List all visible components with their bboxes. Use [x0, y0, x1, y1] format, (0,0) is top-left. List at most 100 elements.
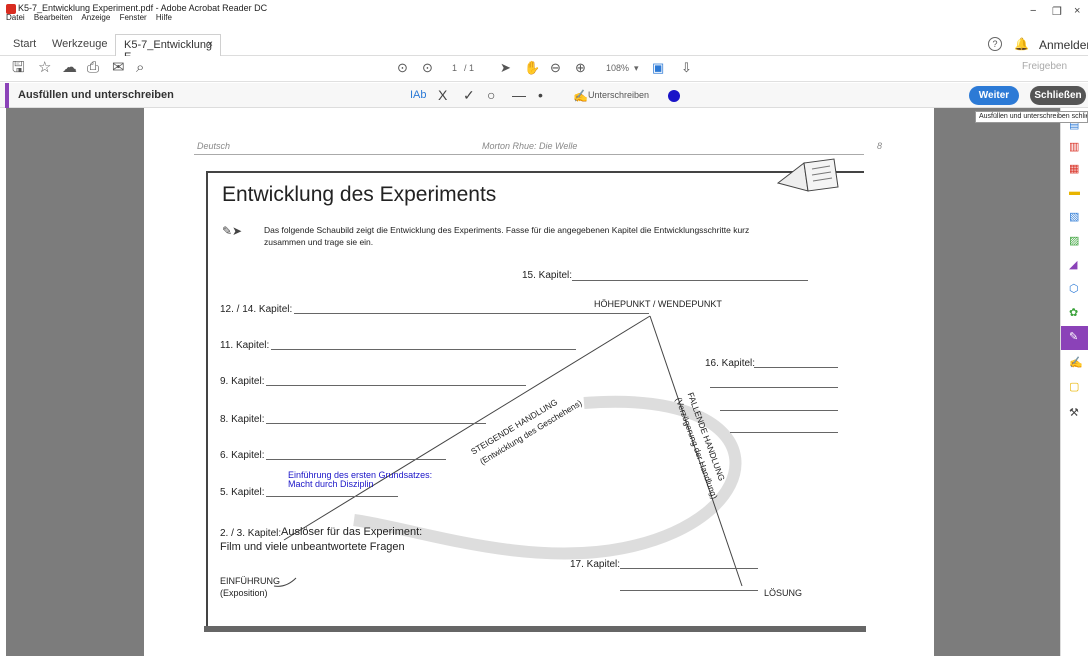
tool-fill-sign-icon[interactable]: ✎	[1069, 330, 1078, 343]
main-toolbar: 🖫 ☆ ☁ ⎙ ✉ ⌕ ⊙ ⊙ 1 / 1 ➤ ✋ ⊖ ⊕ 108% ▾ ▣ ⇩	[0, 56, 1088, 82]
tool-combine-icon[interactable]: ▧	[1069, 210, 1079, 223]
upload-cloud-icon[interactable]: ☁	[62, 60, 77, 76]
page-number-input[interactable]: 1	[452, 63, 457, 73]
tool-optimize-icon[interactable]: ✿	[1069, 306, 1078, 319]
chapter-12-14-line[interactable]	[294, 313, 649, 314]
hand-tool-icon[interactable]: ✋	[524, 60, 540, 76]
chapter-2-3-label: 2. / 3. Kapitel:	[220, 528, 282, 539]
scroll-mode-icon[interactable]: ⇩	[681, 60, 692, 76]
chapter-11-line[interactable]	[271, 349, 576, 350]
share-button[interactable]: Freigeben	[1022, 61, 1067, 72]
add-text-tool[interactable]: IAb	[410, 89, 427, 101]
chapter-15-label: 15. Kapitel:	[522, 270, 573, 281]
dot-tool[interactable]: •	[538, 87, 543, 103]
tool-send-sign-icon[interactable]: ✍	[1069, 356, 1083, 369]
tab-document[interactable]: K5-7_Entwicklung E... ×	[115, 34, 221, 63]
tool-protect-icon[interactable]: ⬡	[1069, 282, 1079, 295]
close-window-button[interactable]: ×	[1074, 5, 1080, 17]
line-tool[interactable]: —	[512, 87, 526, 103]
tool-rich-media-icon[interactable]: ▢	[1069, 380, 1079, 393]
tool-scan-icon[interactable]: ▨	[1069, 234, 1079, 247]
plot-diagram	[273, 315, 743, 587]
header-subject: Deutsch	[197, 141, 231, 151]
signin-link[interactable]: Anmelden	[1039, 38, 1088, 52]
chapter-5-line[interactable]	[266, 496, 398, 497]
fill-sign-accent	[5, 83, 9, 108]
tab-bar: Start Werkzeuge K5-7_Entwicklung E... ×	[0, 34, 1088, 63]
menu-view[interactable]: Anzeige	[81, 13, 110, 22]
zoom-level-select[interactable]: 108%	[606, 63, 629, 73]
tool-edit-icon[interactable]: ◢	[1069, 258, 1077, 271]
menu-bar: Datei Bearbeiten Anzeige Fenster Hilfe	[6, 13, 179, 22]
close-fill-sign-button[interactable]: Schließen	[1030, 86, 1086, 105]
menu-edit[interactable]: Bearbeiten	[34, 13, 73, 22]
menu-file[interactable]: Datei	[6, 13, 25, 22]
resolution-label: LÖSUNG	[764, 588, 803, 598]
help-icon[interactable]: ?	[988, 37, 1002, 51]
instruction-line-1: Das folgende Schaubild zeigt die Entwick…	[264, 225, 750, 235]
intro-sub-label: (Exposition)	[220, 588, 268, 598]
chapter-16-line-2[interactable]	[710, 387, 838, 388]
next-button[interactable]: Weiter	[969, 86, 1019, 105]
chapter-17-line-1[interactable]	[620, 568, 758, 569]
notification-bell-icon[interactable]: 🔔	[1014, 37, 1029, 51]
menu-window[interactable]: Fenster	[120, 13, 147, 22]
header-page-number: 8	[877, 141, 883, 151]
chapter-12-14-label: 12. / 14. Kapitel:	[220, 304, 293, 315]
tool-create-pdf-icon[interactable]: ▥	[1069, 140, 1079, 153]
next-page-icon[interactable]: ⊙	[422, 60, 433, 76]
tab-start[interactable]: Start	[13, 38, 36, 50]
select-cursor-icon[interactable]: ➤	[500, 60, 511, 76]
cross-mark-tool[interactable]: X	[438, 87, 447, 103]
chapter-9-label: 9. Kapitel:	[220, 376, 265, 387]
chapter-6-line[interactable]	[266, 459, 446, 460]
sign-button-label[interactable]: Unterschreiben	[588, 90, 649, 100]
tool-organize-icon[interactable]: ▦	[1069, 162, 1079, 175]
chapter-15-line[interactable]	[572, 280, 808, 281]
circle-tool[interactable]: ○	[487, 87, 495, 103]
chapter-5-label: 5. Kapitel:	[220, 487, 265, 498]
save-icon[interactable]: 🖫	[12, 60, 25, 76]
window-title: K5-7_Entwicklung Experiment.pdf - Adobe …	[18, 3, 268, 13]
chapter-9-line[interactable]	[266, 385, 526, 386]
fill-sign-toolbar: Ausfüllen und unterschreiben IAb X ✓ ○ —…	[0, 83, 1088, 108]
tool-more-tools-icon[interactable]: ⚒	[1069, 406, 1079, 419]
chapter-17-line-2[interactable]	[620, 590, 758, 591]
bookmark-star-icon[interactable]: ☆	[38, 60, 51, 76]
minimize-button[interactable]: −	[1030, 5, 1036, 17]
fill-sign-title: Ausfüllen und unterschreiben	[18, 89, 174, 101]
zoom-in-icon[interactable]: ⊕	[575, 60, 586, 76]
check-mark-tool[interactable]: ✓	[463, 87, 475, 104]
tool-comment-icon[interactable]: ▬	[1069, 186, 1080, 198]
close-tab-icon[interactable]: ×	[207, 39, 213, 50]
tab-tools[interactable]: Werkzeuge	[52, 38, 107, 50]
previous-page-icon[interactable]: ⊙	[397, 60, 408, 76]
worksheet-title: Entwicklung des Experiments	[222, 183, 497, 206]
restore-button[interactable]: ❐	[1052, 5, 1062, 18]
email-icon[interactable]: ✉	[112, 60, 125, 76]
header-book: Morton Rhue: Die Welle	[482, 141, 578, 151]
pencil-icon: ✎➤	[222, 224, 243, 238]
zoom-out-icon[interactable]: ⊖	[550, 60, 561, 76]
pdf-page[interactable]: Deutsch Morton Rhue: Die Welle 8 Entwick…	[144, 108, 934, 656]
instruction-line-2: zusammen und trage sie ein.	[264, 237, 374, 247]
chapter-16-line-1[interactable]	[754, 367, 838, 368]
sign-pen-icon[interactable]: ✍	[573, 89, 588, 103]
handwritten-chapter-2-3-line-1: Auslöser für das Experiment:	[281, 526, 423, 538]
chapter-16-line-4[interactable]	[730, 432, 838, 433]
search-icon[interactable]: ⌕	[136, 60, 144, 76]
right-tools-rail: ▤ ▥ ▦ ▬ ▧ ▨ ◢ ⬡ ✿ ✎ ✍ ▢ ⚒	[1060, 108, 1088, 656]
intro-label: EINFÜHRUNG	[220, 576, 280, 586]
filled-chapter-5-line-2[interactable]: Macht durch Disziplin	[288, 479, 374, 489]
ink-color-picker[interactable]	[668, 90, 680, 102]
chapter-16-line-3[interactable]	[720, 410, 838, 411]
header-rule	[194, 154, 864, 155]
chapter-8-line[interactable]	[266, 423, 486, 424]
zoom-dropdown-icon[interactable]: ▾	[634, 63, 639, 74]
fit-page-icon[interactable]: ▣	[652, 60, 664, 76]
page-total: / 1	[464, 63, 475, 73]
menu-help[interactable]: Hilfe	[156, 13, 172, 22]
chapter-11-label: 11. Kapitel:	[220, 340, 270, 351]
chapter-8-label: 8. Kapitel:	[220, 414, 265, 425]
print-icon[interactable]: ⎙	[87, 60, 99, 76]
